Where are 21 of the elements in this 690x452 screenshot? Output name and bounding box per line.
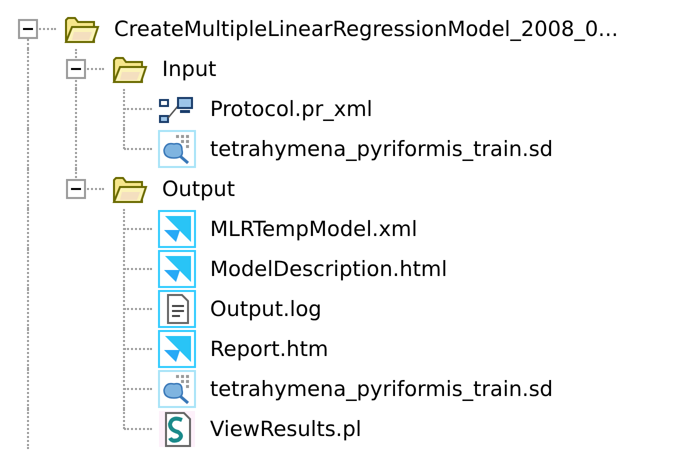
text-document-icon — [158, 290, 196, 328]
magnifier-document-icon — [158, 370, 196, 408]
tree-item[interactable]: Report.htm — [210, 337, 328, 361]
tree-item[interactable]: tetrahymena_pyriformis_train.sd — [210, 137, 553, 161]
tree-item[interactable]: CreateMultipleLinearRegressionModel_2008_0... — [114, 17, 618, 41]
triangle-tile-icon — [158, 250, 196, 288]
tree-item[interactable]: Output.log — [210, 297, 322, 321]
collapse-toggle[interactable] — [18, 19, 38, 39]
tree-item[interactable]: Output — [162, 177, 235, 201]
collapse-toggle[interactable] — [66, 59, 86, 79]
magnifier-document-icon — [158, 130, 196, 168]
triangle-tile-icon — [158, 210, 196, 248]
tree-item[interactable]: Input — [162, 57, 216, 81]
tree-item[interactable]: ModelDescription.html — [210, 257, 448, 281]
triangle-tile-icon — [158, 330, 196, 368]
tree-item[interactable]: MLRTempModel.xml — [210, 217, 418, 241]
tree-item[interactable]: tetrahymena_pyriformis_train.sd — [210, 377, 553, 401]
collapse-toggle[interactable] — [66, 179, 86, 199]
script-icon — [158, 410, 196, 448]
tree-item[interactable]: ViewResults.pl — [210, 417, 362, 441]
tree-item[interactable]: Protocol.pr_xml — [210, 97, 372, 121]
